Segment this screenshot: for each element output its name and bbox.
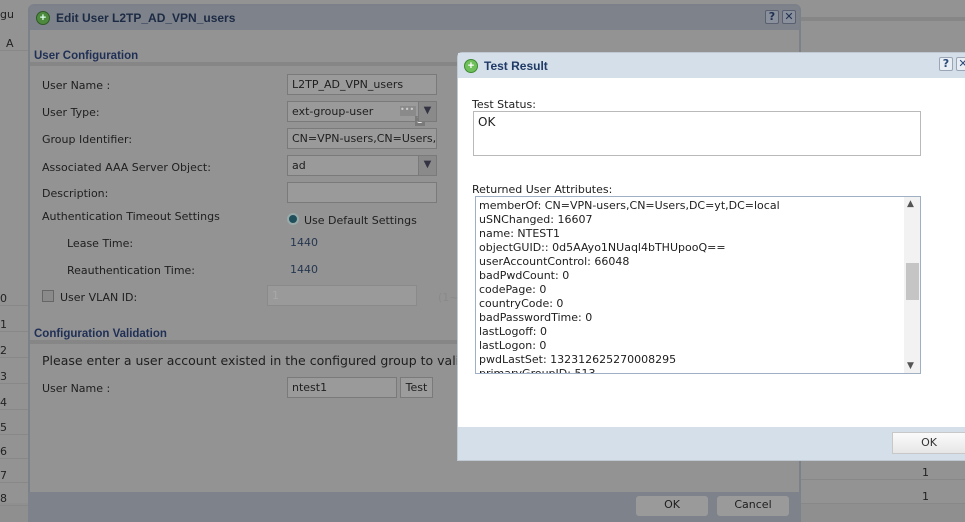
attribute-line: primaryGroupID: 513 — [479, 367, 596, 374]
scroll-up-icon[interactable]: ▲ — [907, 199, 914, 209]
ok-button[interactable]: OK — [636, 496, 708, 516]
user-type-label: User Type: — [42, 106, 100, 119]
auth-timeout-label: Authentication Timeout Settings — [42, 210, 220, 223]
attribute-line: badPwdCount: 0 — [479, 269, 570, 282]
validate-user-label: User Name : — [42, 382, 111, 395]
attribute-line: lastLogoff: 0 — [479, 325, 547, 338]
user-type-value: ext-group-user — [292, 105, 374, 118]
help-button[interactable]: ? — [939, 57, 953, 71]
validate-user-input[interactable]: ntest1 — [287, 377, 397, 398]
validation-hint: Please enter a user account existed in t… — [42, 353, 488, 368]
attribute-line: codePage: 0 — [479, 283, 547, 296]
attributes-label: Returned User Attributes: — [472, 183, 613, 196]
bg-right-cell: 1 — [800, 490, 965, 504]
group-identifier-label: Group Identifier: — [42, 133, 133, 146]
attribute-line: memberOf: CN=VPN-users,CN=Users,DC=yt,DC… — [479, 199, 780, 212]
bg-row: 1 — [0, 318, 28, 332]
attribute-line: lastLogon: 0 — [479, 339, 547, 352]
vlan-range: (1~ — [438, 291, 459, 304]
lease-time-value: 1440 — [290, 236, 318, 249]
lease-time-label: Lease Time: — [67, 237, 134, 250]
bg-row: 2 — [0, 344, 28, 358]
description-input[interactable] — [287, 182, 437, 203]
aaa-server-label: Associated AAA Server Object: — [42, 161, 211, 174]
test-button[interactable]: Test — [400, 377, 433, 398]
aaa-server-value: ad — [292, 159, 306, 172]
help-button[interactable]: ? — [765, 10, 779, 24]
add-icon: + — [36, 11, 50, 25]
vlan-label: User VLAN ID: — [60, 291, 138, 304]
vlan-checkbox[interactable] — [42, 290, 54, 302]
group-identifier-input[interactable]: CN=VPN-users,CN=Users,DC=yt,DC=local — [287, 128, 437, 149]
reauth-time-label: Reauthentication Time: — [67, 264, 196, 277]
bg-row: 6 — [0, 445, 28, 459]
use-default-label: Use Default Settings — [304, 214, 417, 227]
scroll-down-icon[interactable]: ▼ — [907, 361, 914, 371]
cancel-button[interactable]: Cancel — [717, 496, 789, 516]
bg-header-text: gu — [0, 8, 14, 21]
add-icon: + — [464, 58, 478, 73]
attributes-list: memberOf: CN=VPN-users,CN=Users,DC=yt,DC… — [476, 197, 920, 374]
dialog-titlebar: + Test Result — [458, 53, 965, 78]
bg-row: 7 — [0, 469, 28, 483]
attributes-textarea[interactable]: memberOf: CN=VPN-users,CN=Users,DC=yt,DC… — [475, 196, 921, 374]
more-icon: ••• — [400, 105, 416, 116]
aaa-server-select[interactable]: ad — [287, 155, 437, 176]
description-label: Description: — [42, 187, 109, 200]
dialog-footer: OK — [458, 427, 965, 460]
chevron-down-icon[interactable]: ▼ — [418, 155, 437, 176]
test-status-field[interactable]: OK — [473, 111, 921, 156]
bg-row: 5 — [0, 421, 28, 435]
bg-row: 8 — [0, 492, 28, 506]
dialog-title: Edit User L2TP_AD_VPN_users — [56, 11, 236, 25]
scrollbar-thumb[interactable] — [906, 263, 919, 300]
attribute-line: countryCode: 0 — [479, 297, 564, 310]
bg-row: 0 — [0, 292, 28, 306]
attribute-line: uSNChanged: 16607 — [479, 213, 593, 226]
dialog-title: Test Result — [484, 58, 548, 73]
attribute-line: name: NTEST1 — [479, 227, 560, 240]
attribute-line: pwdLastSet: 132312625270008295 — [479, 353, 677, 366]
scrollbar[interactable]: ▲ ▼ — [904, 197, 920, 373]
close-button[interactable]: ✕ — [956, 57, 965, 71]
bg-row: 3 — [0, 370, 28, 384]
bg-row: 4 — [0, 396, 28, 410]
chevron-down-icon[interactable]: ▼ — [418, 101, 437, 122]
user-name-label: User Name : — [42, 79, 111, 92]
radio-use-default[interactable] — [287, 213, 299, 225]
dialog-titlebar: + Edit User L2TP_AD_VPN_users — [30, 6, 799, 30]
bg-column-header: A — [0, 37, 28, 51]
attribute-line: objectGUID:: 0d5AAyo1NUaql4bTHUpooQ== — [479, 241, 726, 254]
ok-button[interactable]: OK — [892, 432, 965, 454]
bg-right-cell: 1 — [800, 466, 965, 480]
user-name-input[interactable]: L2TP_AD_VPN_users — [287, 74, 437, 95]
close-button[interactable]: ✕ — [782, 10, 796, 24]
vlan-input[interactable]: 1 — [267, 285, 417, 306]
reauth-time-value: 1440 — [290, 263, 318, 276]
test-status-label: Test Status: — [472, 98, 536, 111]
attribute-line: userAccountControl: 66048 — [479, 255, 630, 268]
attribute-line: badPasswordTime: 0 — [479, 311, 593, 324]
